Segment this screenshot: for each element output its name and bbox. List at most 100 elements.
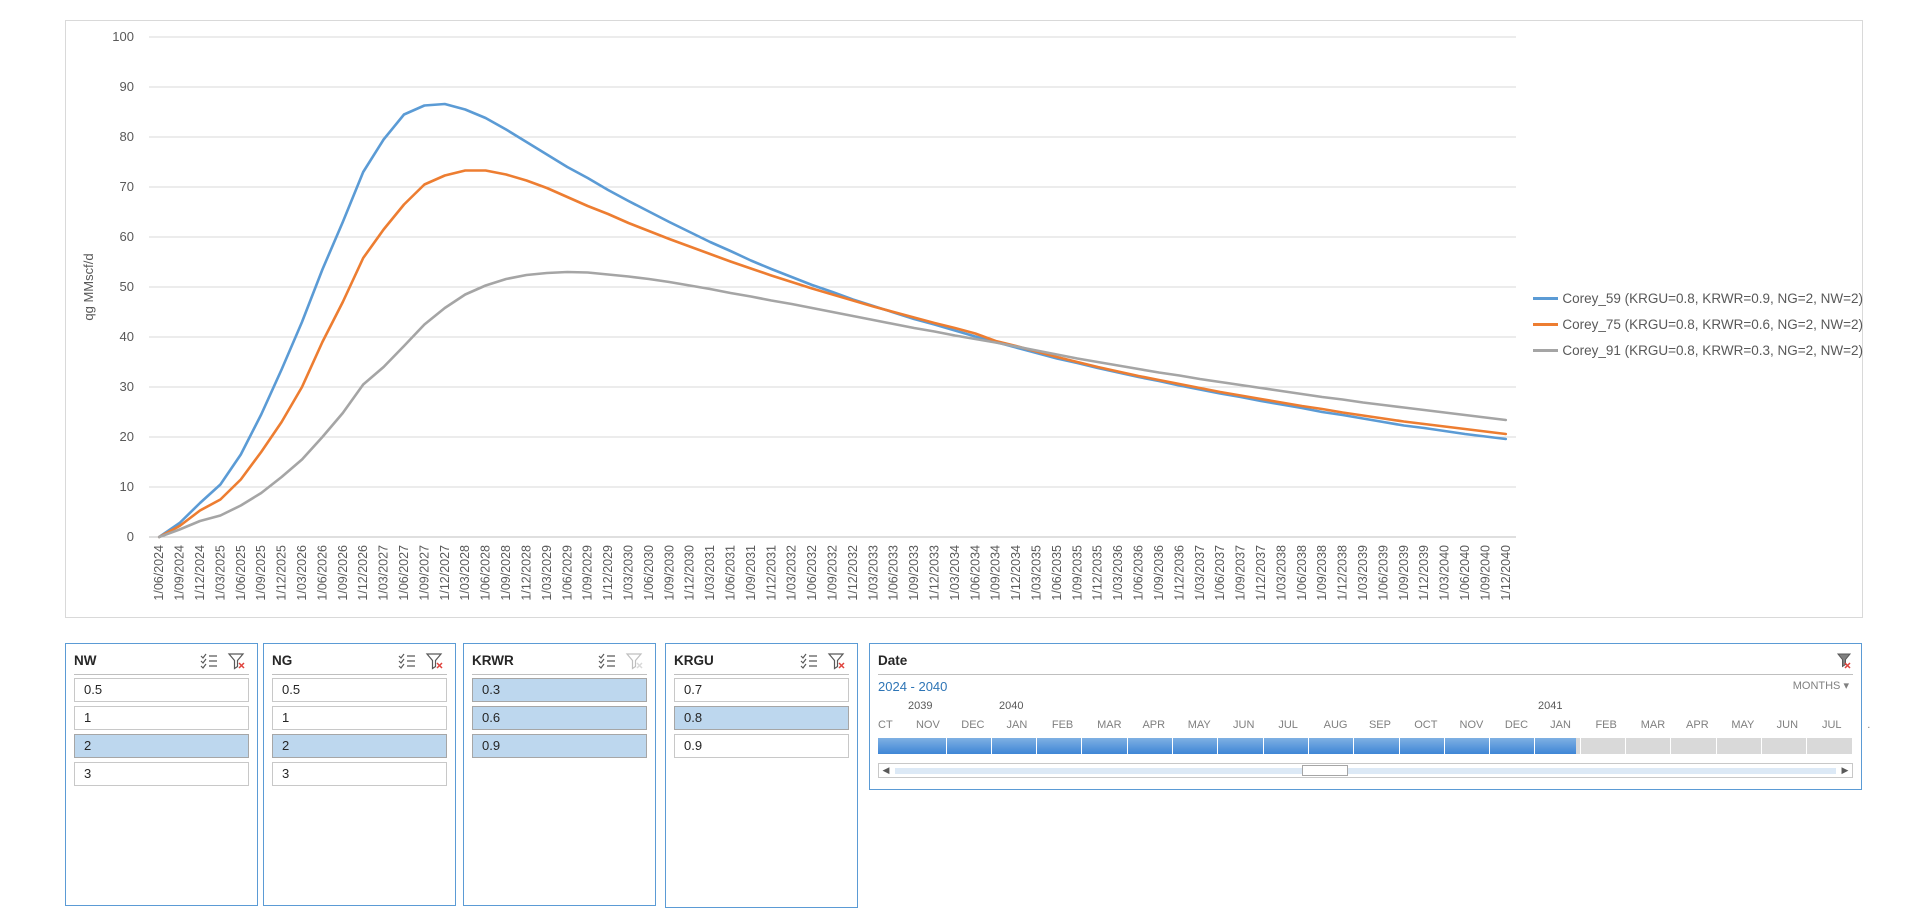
slicer-item[interactable]: 1 [74, 706, 249, 730]
multi-select-icon[interactable] [199, 652, 219, 670]
timeline-month-cell[interactable] [1490, 738, 1536, 754]
timeline-month-cell[interactable] [1037, 738, 1083, 754]
x-tick-label: 1/03/2031 [703, 545, 717, 601]
slicer-header: KRGU [674, 650, 849, 675]
timeline-month-label: APR [1142, 719, 1166, 731]
clear-filter-icon[interactable] [827, 652, 847, 670]
timeline-month-cell[interactable] [1807, 738, 1853, 754]
timeline-month-cell[interactable] [1264, 738, 1309, 754]
timeline-month-label: JUN [1233, 719, 1255, 731]
timeline-title: Date [878, 653, 908, 668]
timeline-scroll-track[interactable] [895, 768, 1836, 774]
slicer-title: NW [74, 653, 97, 668]
timeline-month-cell[interactable] [901, 738, 947, 754]
slicer-header: KRWR [472, 650, 647, 675]
x-tick-label: 1/03/2038 [1274, 545, 1288, 601]
timeline-years: 2039 2040 2041 [878, 700, 1853, 714]
timeline-month-cell[interactable] [1173, 738, 1219, 754]
x-tick-label: 1/12/2029 [601, 545, 615, 601]
scroll-right-icon[interactable]: ▶ [1838, 764, 1852, 777]
x-tick-label: 1/12/2024 [193, 545, 207, 601]
clear-filter-icon[interactable] [625, 652, 645, 670]
multi-select-icon[interactable] [799, 652, 819, 670]
timeline-month-cell[interactable] [1626, 738, 1672, 754]
slicer-nw: NW 0.5 1 2 3 [65, 643, 258, 906]
slicer-item[interactable]: 3 [272, 762, 447, 786]
clear-filter-icon[interactable] [227, 652, 247, 670]
slicer-item[interactable]: 0.9 [472, 734, 647, 758]
scroll-left-icon[interactable]: ◀ [879, 764, 893, 777]
x-tick-label: 1/09/2032 [826, 545, 840, 601]
timeline-month-cell[interactable] [1853, 738, 1898, 754]
timeline-month-cell[interactable] [1762, 738, 1808, 754]
timeline-level-dropdown[interactable]: MONTHS ▾ [1793, 679, 1849, 692]
chevron-down-icon: ▾ [1843, 680, 1849, 692]
slicer-title: NG [272, 653, 293, 668]
series-line-2 [157, 169, 1508, 539]
legend-label: Corey_59 (KRGU=0.8, KRWR=0.9, NG=2, NW=2… [1562, 290, 1863, 306]
timeline-month-cell[interactable] [1445, 738, 1491, 754]
x-tick-label: 1/12/2025 [275, 545, 289, 601]
x-tick-label: 1/12/2038 [1336, 545, 1350, 601]
timeline-month-cell[interactable] [1717, 738, 1762, 754]
multi-select-icon[interactable] [597, 652, 617, 670]
x-tick-label: 1/09/2035 [1070, 545, 1084, 601]
x-tick-label: 1/06/2024 [152, 545, 166, 601]
slicer-item[interactable]: 2 [74, 734, 249, 758]
timeline-date: Date 2024 - 2040 MONTHS ▾ 2039 2040 2041… [869, 643, 1898, 790]
x-tick-label: 1/06/2038 [1295, 545, 1309, 601]
chart-legend: Corey_59 (KRGU=0.8, KRWR=0.9, NG=2, NW=2… [1533, 285, 1863, 363]
timeline-month-cell[interactable] [992, 738, 1038, 754]
x-tick-label: 1/03/2032 [785, 545, 799, 601]
x-tick-label: 1/03/2026 [295, 545, 309, 601]
timeline-scrollbar[interactable]: ◀ ▶ [878, 763, 1853, 778]
timeline-year: 2041 [1538, 700, 1563, 712]
timeline-month-cell[interactable] [1354, 738, 1400, 754]
x-tick-label: 1/09/2036 [1152, 545, 1166, 601]
slicer-item[interactable]: 0.5 [74, 678, 249, 702]
slicer-item[interactable]: 0.7 [674, 678, 849, 702]
slicer-item[interactable]: 2 [272, 734, 447, 758]
series-line-3 [157, 270, 1508, 539]
x-tick-label: 1/12/2027 [438, 545, 452, 601]
clear-filter-icon[interactable] [425, 652, 445, 670]
timeline-bar[interactable] [878, 738, 1898, 754]
slicer-item[interactable]: 0.6 [472, 706, 647, 730]
x-tick-label: 1/06/2039 [1376, 545, 1390, 601]
timeline-month-cell[interactable] [1309, 738, 1355, 754]
timeline-month-cell[interactable] [1536, 738, 1581, 754]
y-tick-label: 70 [120, 179, 134, 194]
timeline-month-cell[interactable] [1671, 738, 1717, 754]
slicer-item[interactable]: 0.9 [674, 734, 849, 758]
timeline-month-cell[interactable] [1083, 738, 1128, 754]
y-tick-label: 20 [120, 429, 134, 444]
timeline-scroll-thumb[interactable] [1302, 765, 1348, 776]
slicer-title: KRGU [674, 653, 714, 668]
timeline-month-cell[interactable] [1128, 738, 1174, 754]
x-tick-label: 1/09/2024 [173, 545, 187, 601]
timeline-month-cell[interactable] [1218, 738, 1264, 754]
x-tick-label: 1/12/2034 [1009, 545, 1023, 601]
slicer-header: NW [74, 650, 249, 675]
x-tick-label: 1/12/2026 [356, 545, 370, 601]
timeline-month-label: JAN [1550, 719, 1571, 731]
timeline-month-cell[interactable] [947, 738, 992, 754]
slicer-item[interactable]: 0.5 [272, 678, 447, 702]
multi-select-icon[interactable] [397, 652, 417, 670]
x-tick-label: 1/03/2034 [948, 545, 962, 601]
x-tick-label: 1/09/2030 [662, 545, 676, 601]
timeline-month-label: MAY [1731, 719, 1755, 731]
timeline-month-cell[interactable] [1581, 738, 1627, 754]
chart-area[interactable]: 0 10 20 30 40 50 60 70 80 90 100 qg MMscf/d 1/06/202… [65, 20, 1863, 618]
x-tick-label: 1/09/2031 [744, 545, 758, 601]
slicer-item[interactable]: 0.8 [674, 706, 849, 730]
slicer-item[interactable]: 3 [74, 762, 249, 786]
slicer-item[interactable]: 0.3 [472, 678, 647, 702]
timeline-month-cell[interactable] [1400, 738, 1445, 754]
clear-filter-icon[interactable] [1833, 652, 1853, 670]
slicer-item[interactable]: 1 [272, 706, 447, 730]
y-tick-label: 40 [120, 329, 134, 344]
x-tick-label: 1/03/2025 [213, 545, 227, 601]
x-tick-label: 1/03/2039 [1356, 545, 1370, 601]
x-tick-label: 1/06/2027 [397, 545, 411, 601]
